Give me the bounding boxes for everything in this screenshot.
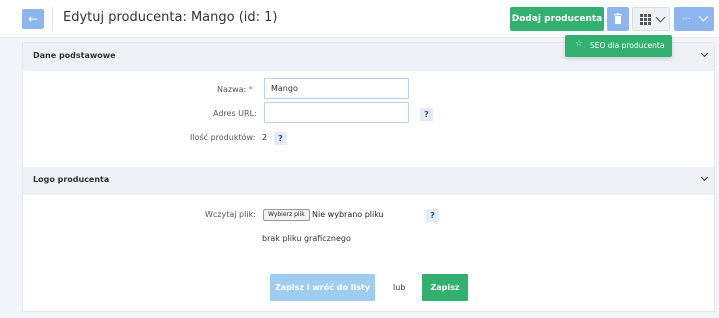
url-label: Adres URL:: [213, 109, 257, 118]
name-input[interactable]: [264, 78, 409, 99]
form-card: Dane podstawowe Nazwa: * Adres URL: ? Il…: [22, 42, 715, 312]
add-producer-button[interactable]: Dodaj producenta: [510, 7, 604, 31]
section-header-logo[interactable]: Logo producenta: [23, 167, 714, 195]
file-label: Wczytaj plik:: [205, 210, 256, 219]
grid-icon: [640, 14, 651, 25]
file-help-icon[interactable]: ?: [426, 209, 439, 222]
required-marker: *: [248, 85, 253, 94]
url-help-icon[interactable]: ?: [420, 108, 433, 121]
more-label: ...: [682, 12, 691, 22]
star-icon: ☆: [575, 39, 584, 49]
chevron-down-icon: [700, 173, 709, 182]
page-title: Edytuj producenta: Mango (id: 1): [63, 10, 278, 25]
name-label: Nazwa: *: [217, 85, 253, 94]
save-and-return-button[interactable]: Zapisz i wróć do listy: [270, 274, 375, 301]
back-button[interactable]: ←: [22, 9, 44, 29]
file-status: Nie wybrano pliku: [312, 210, 384, 219]
product-count-label: Ilość produktów:: [190, 133, 256, 142]
trash-icon: [614, 13, 622, 24]
chevron-down-icon: [655, 12, 666, 23]
url-input[interactable]: [264, 102, 409, 123]
seo-dropdown-label: SEO dla producenta: [590, 41, 665, 50]
save-button[interactable]: Zapisz: [422, 274, 468, 301]
header-divider: [52, 7, 53, 31]
or-text: lub: [393, 283, 406, 292]
more-actions-button[interactable]: ...: [674, 7, 714, 31]
top-bar: ← Edytuj producenta: Mango (id: 1) Dodaj…: [0, 0, 719, 38]
section-title-basic: Dane podstawowe: [33, 51, 116, 60]
delete-button[interactable]: [607, 7, 629, 31]
chevron-down-icon: [698, 11, 709, 22]
seo-dropdown-item[interactable]: ☆ SEO dla producenta: [565, 35, 672, 57]
chevron-down-icon: [700, 49, 709, 58]
arrow-left-icon: ←: [27, 12, 39, 26]
choose-file-button[interactable]: Wybierz plik: [263, 209, 310, 221]
product-count-value: 2: [262, 133, 268, 142]
section-title-logo: Logo producenta: [33, 175, 110, 184]
grid-menu-button[interactable]: [632, 7, 670, 31]
product-count-help-icon[interactable]: ?: [274, 132, 287, 145]
no-image-text: brak pliku graficznego: [262, 234, 351, 243]
